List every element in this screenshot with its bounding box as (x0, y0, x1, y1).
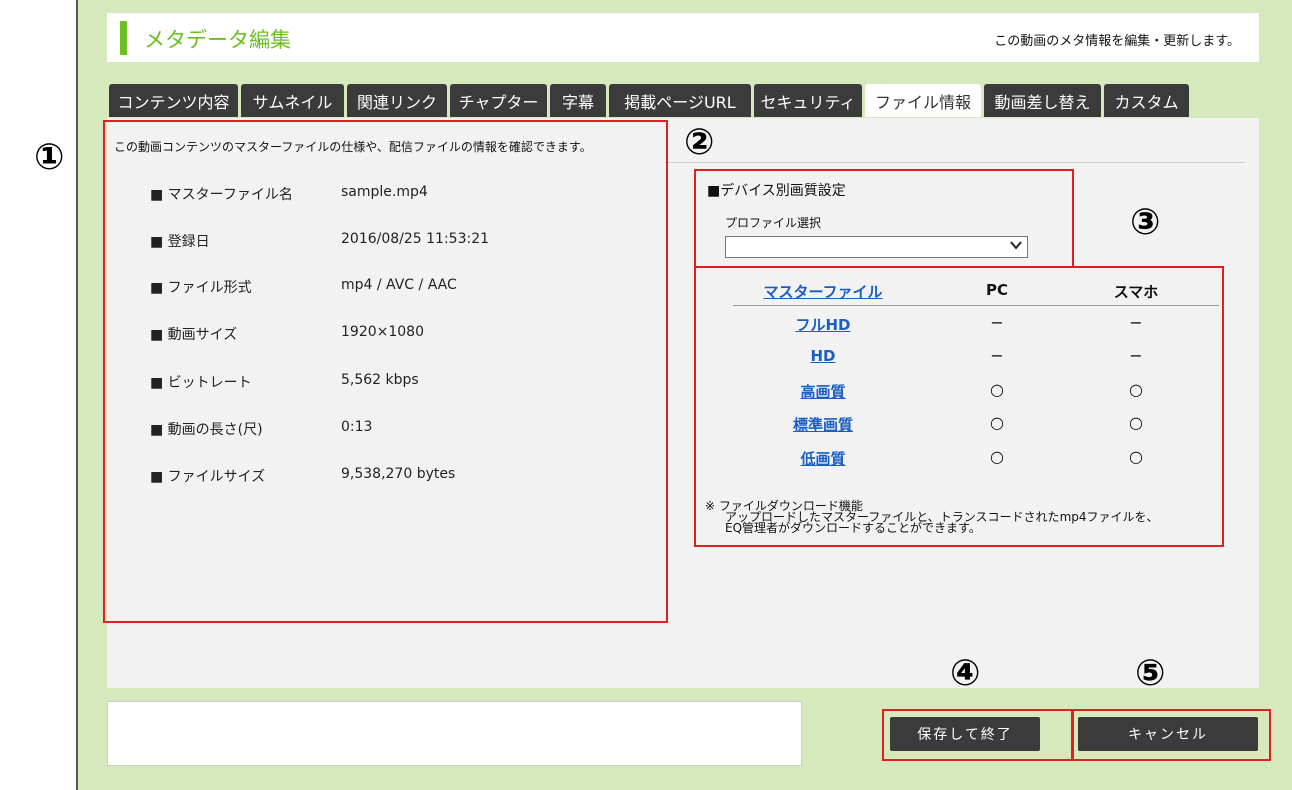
info-value: 1920×1080 (341, 324, 424, 340)
save-button[interactable]: 保存して終了 (890, 717, 1040, 751)
quality-table-panel: マスターファイル PC スマホ フルHD − − HD − − 高画質 ○ ○ … (694, 266, 1224, 547)
info-value: 0:13 (341, 419, 373, 435)
device-quality-panel: ■デバイス別画質設定 プロファイル選択 (694, 169, 1074, 268)
tab-security[interactable]: セキュリティ (754, 84, 862, 117)
info-label: ■ ファイルサイズ (150, 469, 266, 485)
info-value: mp4 / AVC / AAC (341, 277, 457, 293)
divider (665, 162, 1245, 163)
smartphone-mark: ○ (1129, 447, 1143, 466)
device-quality-title: ■デバイス別画質設定 (707, 183, 846, 199)
tab-contents[interactable]: コンテンツ内容 (109, 84, 238, 117)
info-label: ■ ビットレート (150, 375, 252, 391)
info-label: ■ 登録日 (150, 234, 210, 250)
note-line: EQ管理者がダウンロードすることができます。 (725, 521, 981, 535)
tab-page-url[interactable]: 掲載ページURL (609, 84, 751, 117)
quality-link-standard[interactable]: 標準画質 (733, 414, 913, 435)
page-title: メタデータ編集 (144, 28, 291, 52)
info-label: ■ 動画の長さ(尺) (150, 422, 263, 438)
info-value: 2016/08/25 11:53:21 (341, 231, 490, 247)
page-description: この動画のメタ情報を編集・更新します。 (994, 34, 1240, 49)
table-header-divider (733, 305, 1219, 306)
tab-video-replace[interactable]: 動画差し替え (984, 84, 1101, 117)
callout-4: ④ (950, 653, 981, 694)
file-info-panel: この動画コンテンツのマスターファイルの仕様や、配信ファイルの情報を確認できます。… (103, 120, 668, 623)
callout-1: ① (34, 137, 65, 178)
quality-link-fullhd[interactable]: フルHD (733, 314, 913, 335)
smartphone-mark: − (1129, 313, 1143, 332)
cancel-button[interactable]: キャンセル (1078, 717, 1258, 751)
callout-5: ⑤ (1135, 653, 1166, 694)
profile-select[interactable] (725, 236, 1028, 258)
tab-related-links[interactable]: 関連リンク (347, 84, 447, 117)
tab-thumbnail[interactable]: サムネイル (241, 84, 344, 117)
smartphone-mark: − (1129, 346, 1143, 365)
smartphone-mark: ○ (1129, 380, 1143, 399)
tab-custom[interactable]: カスタム (1104, 84, 1189, 117)
tab-subtitles[interactable]: 字幕 (550, 84, 606, 117)
quality-link-low[interactable]: 低画質 (733, 448, 913, 469)
quality-link-hd[interactable]: HD (733, 347, 913, 365)
page-header: メタデータ編集 この動画のメタ情報を編集・更新します。 (107, 13, 1259, 62)
smartphone-mark: ○ (1129, 413, 1143, 432)
info-label: ■ 動画サイズ (150, 327, 238, 343)
tab-chapter[interactable]: チャプター (450, 84, 547, 117)
message-area (107, 701, 802, 766)
header-accent-bar (120, 21, 127, 55)
quality-link-high[interactable]: 高画質 (733, 381, 913, 402)
info-label: ■ マスターファイル名 (150, 187, 293, 203)
download-note: ※ ファイルダウンロード機能 アップロードしたマスターファイルと、トランスコード… (705, 500, 1159, 535)
info-label: ■ ファイル形式 (150, 280, 252, 296)
info-value: sample.mp4 (341, 184, 428, 200)
tab-file-info[interactable]: ファイル情報 (865, 84, 981, 117)
info-value: 9,538,270 bytes (341, 466, 456, 482)
profile-select-label: プロファイル選択 (725, 216, 822, 230)
column-header-smartphone: スマホ (1113, 283, 1159, 301)
file-info-intro: この動画コンテンツのマスターファイルの仕様や、配信ファイルの情報を確認できます。 (114, 140, 592, 154)
chevron-down-icon (1009, 238, 1023, 256)
callout-2: ② (684, 122, 715, 163)
info-value: 5,562 kbps (341, 372, 419, 388)
callout-3: ③ (1130, 202, 1161, 243)
master-file-link[interactable]: マスターファイル (733, 281, 913, 302)
